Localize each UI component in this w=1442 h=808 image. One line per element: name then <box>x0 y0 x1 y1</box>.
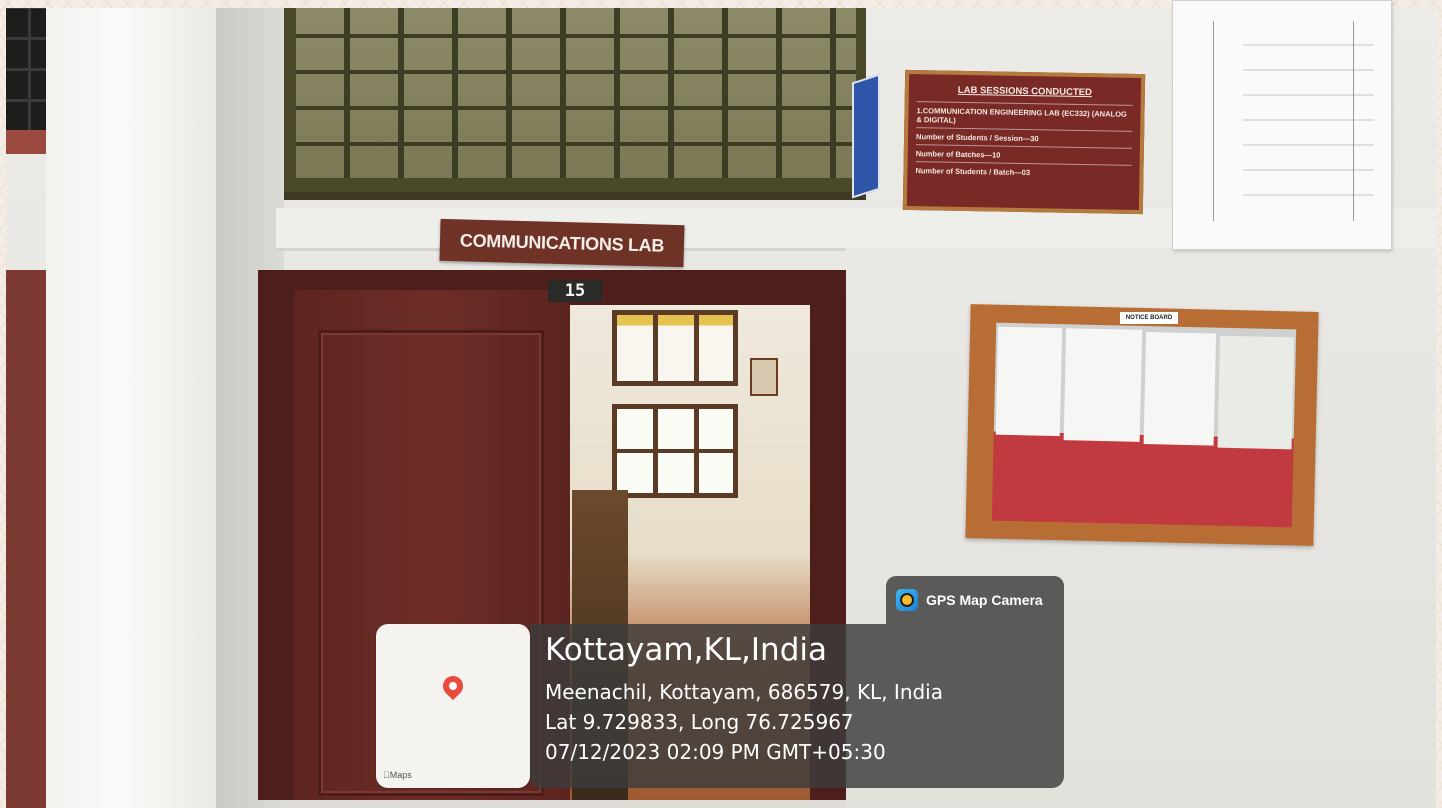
capture-datetime: 07/12/2023 02:09 PM GMT+05:30 <box>545 740 886 764</box>
gps-app-name: GPS Map Camera <box>926 592 1043 608</box>
location-address: Meenachil, Kottayam, 686579, KL, India <box>545 680 943 704</box>
room-lower-window <box>612 404 738 498</box>
gps-app-tab: GPS Map Camera <box>886 576 1064 624</box>
notice-board-label: NOTICE BOARD <box>1120 312 1178 324</box>
pillar <box>46 8 216 808</box>
room-wall-picture <box>750 358 778 396</box>
door-number-plate: 15 <box>548 280 602 302</box>
lab-name-sign: COMMUNICATIONS LAB <box>439 218 685 268</box>
room-upper-window <box>612 310 738 386</box>
location-title: Kottayam,KL,India <box>545 632 827 668</box>
maps-attribution: Maps <box>383 770 412 780</box>
lab-sessions-placard: LAB SESSIONS CONDUCTED 1.COMMUNICATION E… <box>902 69 1146 215</box>
placard-title: LAB SESSIONS CONDUCTED <box>957 84 1092 99</box>
notice-paper <box>1143 332 1217 446</box>
notice-paper <box>1063 328 1143 442</box>
gps-map-thumbnail <box>376 624 530 788</box>
location-coordinates: Lat 9.729833, Long 76.725967 <box>545 710 854 734</box>
placard-line: Number of Students / Batch—03 <box>915 161 1132 182</box>
notice-paper <box>995 326 1063 437</box>
notice-board-surface <box>991 322 1297 528</box>
placard-line: 1.COMMUNICATION ENGINEERING LAB (EC332) … <box>916 101 1133 131</box>
gps-camera-app-icon <box>896 589 918 611</box>
notice-paper <box>1217 335 1295 450</box>
blue-side-sign <box>852 73 880 199</box>
floor-plan-poster <box>1172 0 1392 250</box>
top-grille-window <box>296 8 856 178</box>
